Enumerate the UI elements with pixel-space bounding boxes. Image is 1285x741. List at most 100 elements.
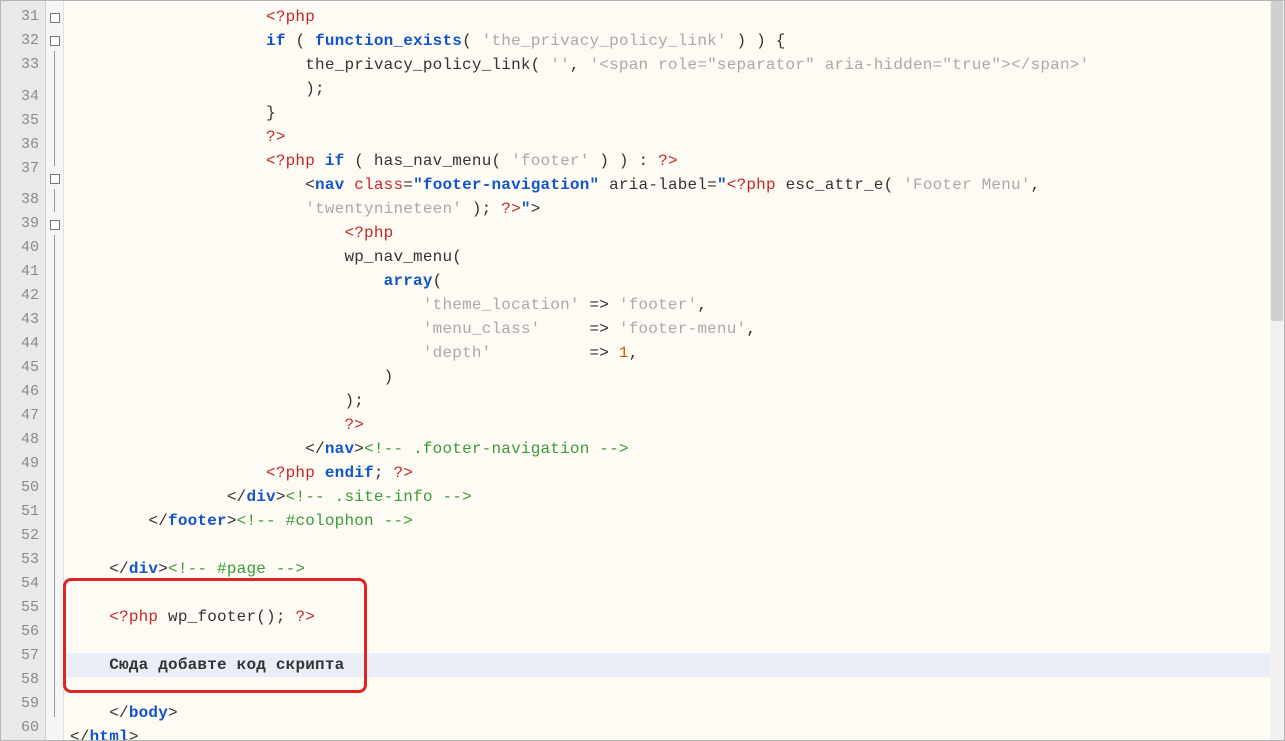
code-line[interactable]: <?php xyxy=(64,221,1284,245)
code-line[interactable]: <?php xyxy=(64,5,1284,29)
code-line[interactable]: 'twentynineteen' ); ?>"> xyxy=(64,197,1284,221)
fold-marker[interactable] xyxy=(46,694,63,717)
code-line[interactable] xyxy=(64,533,1284,557)
fold-marker[interactable] xyxy=(46,373,63,396)
fold-marker[interactable] xyxy=(46,143,63,166)
token xyxy=(315,152,325,170)
code-lines[interactable]: <?php if ( function_exists( 'the_privacy… xyxy=(64,5,1284,740)
fold-marker[interactable] xyxy=(46,235,63,258)
token: </ xyxy=(70,512,168,530)
token: , xyxy=(570,56,590,74)
fold-marker[interactable] xyxy=(46,671,63,694)
token xyxy=(70,272,384,290)
token: 'menu_class' xyxy=(423,320,541,338)
code-line[interactable]: </footer><!-- #colophon --> xyxy=(64,509,1284,533)
code-line[interactable]: ?> xyxy=(64,125,1284,149)
code-line[interactable]: Сюда добавте код скрипта xyxy=(64,653,1284,677)
token: class xyxy=(354,176,403,194)
fold-marker[interactable] xyxy=(46,74,63,97)
token: <?php xyxy=(266,464,315,482)
code-line[interactable] xyxy=(64,581,1284,605)
line-number: 59 xyxy=(1,692,39,716)
line-number: 31 xyxy=(1,5,39,29)
token: ?> xyxy=(501,200,521,218)
code-line[interactable]: if ( function_exists( 'the_privacy_polic… xyxy=(64,29,1284,53)
token: body xyxy=(129,704,168,722)
fold-marker[interactable] xyxy=(46,602,63,625)
fold-marker[interactable] xyxy=(46,395,63,418)
code-line[interactable]: </nav><!-- .footer-navigation --> xyxy=(64,437,1284,461)
line-number: 39 xyxy=(1,212,39,236)
code-line[interactable]: </html> xyxy=(64,725,1284,740)
code-line[interactable]: </div><!-- .site-info --> xyxy=(64,485,1284,509)
fold-marker[interactable] xyxy=(46,717,63,740)
token xyxy=(70,200,305,218)
token: > xyxy=(129,728,139,740)
token: if xyxy=(325,152,345,170)
fold-marker[interactable] xyxy=(46,28,63,51)
fold-marker[interactable] xyxy=(46,258,63,281)
token: ?> xyxy=(658,152,678,170)
token: 'the_privacy_policy_link' xyxy=(482,32,727,50)
code-line[interactable]: <nav class="footer-navigation" aria-labe… xyxy=(64,173,1284,197)
code-area[interactable]: <?php if ( function_exists( 'the_privacy… xyxy=(64,1,1284,740)
scroll-thumb[interactable] xyxy=(1271,1,1283,321)
fold-marker[interactable] xyxy=(46,487,63,510)
token: wp_footer(); xyxy=(158,608,295,626)
token: " xyxy=(521,200,531,218)
code-line[interactable]: ?> xyxy=(64,413,1284,437)
fold-marker[interactable] xyxy=(46,212,63,235)
code-line[interactable]: <?php endif; ?> xyxy=(64,461,1284,485)
fold-marker[interactable] xyxy=(46,441,63,464)
token xyxy=(70,224,344,242)
code-line[interactable]: ); xyxy=(64,389,1284,413)
code-line[interactable]: </body> xyxy=(64,701,1284,725)
code-line[interactable]: the_privacy_policy_link( '', '<span role… xyxy=(64,53,1284,77)
line-number-gutter: 3132333435363738394041424344454647484950… xyxy=(1,1,46,740)
fold-marker[interactable] xyxy=(46,350,63,373)
token: } xyxy=(70,104,276,122)
fold-marker[interactable] xyxy=(46,281,63,304)
line-number: 44 xyxy=(1,332,39,356)
fold-marker[interactable] xyxy=(46,120,63,143)
fold-marker[interactable] xyxy=(46,533,63,556)
code-line[interactable]: </div><!-- #page --> xyxy=(64,557,1284,581)
code-line[interactable]: } xyxy=(64,101,1284,125)
code-line[interactable]: 'depth' => 1, xyxy=(64,341,1284,365)
fold-marker[interactable] xyxy=(46,189,63,212)
line-number: 57 xyxy=(1,644,39,668)
code-line[interactable] xyxy=(64,629,1284,653)
fold-marker[interactable] xyxy=(46,510,63,533)
code-line[interactable]: wp_nav_menu( xyxy=(64,245,1284,269)
token: ( has_nav_menu( xyxy=(344,152,511,170)
code-line[interactable]: ) xyxy=(64,365,1284,389)
fold-marker[interactable] xyxy=(46,5,63,28)
code-editor[interactable]: 3132333435363738394041424344454647484950… xyxy=(0,0,1285,741)
token: html xyxy=(90,728,129,740)
fold-marker[interactable] xyxy=(46,648,63,671)
fold-marker[interactable] xyxy=(46,51,63,74)
token: = xyxy=(403,176,413,194)
fold-marker[interactable] xyxy=(46,418,63,441)
code-line[interactable]: array( xyxy=(64,269,1284,293)
code-line[interactable]: 'theme_location' => 'footer', xyxy=(64,293,1284,317)
fold-marker[interactable] xyxy=(46,464,63,487)
token xyxy=(70,464,266,482)
code-line[interactable] xyxy=(64,677,1284,701)
fold-marker[interactable] xyxy=(46,556,63,579)
fold-marker[interactable] xyxy=(46,625,63,648)
fold-marker[interactable] xyxy=(46,579,63,602)
code-line[interactable]: ); xyxy=(64,77,1284,101)
line-number: 35 xyxy=(1,109,39,133)
fold-marker[interactable] xyxy=(46,304,63,327)
code-line[interactable]: <?php if ( has_nav_menu( 'footer' ) ) : … xyxy=(64,149,1284,173)
vertical-scrollbar[interactable] xyxy=(1270,1,1284,740)
token: ); xyxy=(462,200,501,218)
token: wp_nav_menu( xyxy=(70,248,462,266)
fold-marker[interactable] xyxy=(46,166,63,189)
fold-column[interactable] xyxy=(46,1,64,740)
code-line[interactable]: <?php wp_footer(); ?> xyxy=(64,605,1284,629)
fold-marker[interactable] xyxy=(46,327,63,350)
code-line[interactable]: 'menu_class' => 'footer-menu', xyxy=(64,317,1284,341)
fold-marker[interactable] xyxy=(46,97,63,120)
